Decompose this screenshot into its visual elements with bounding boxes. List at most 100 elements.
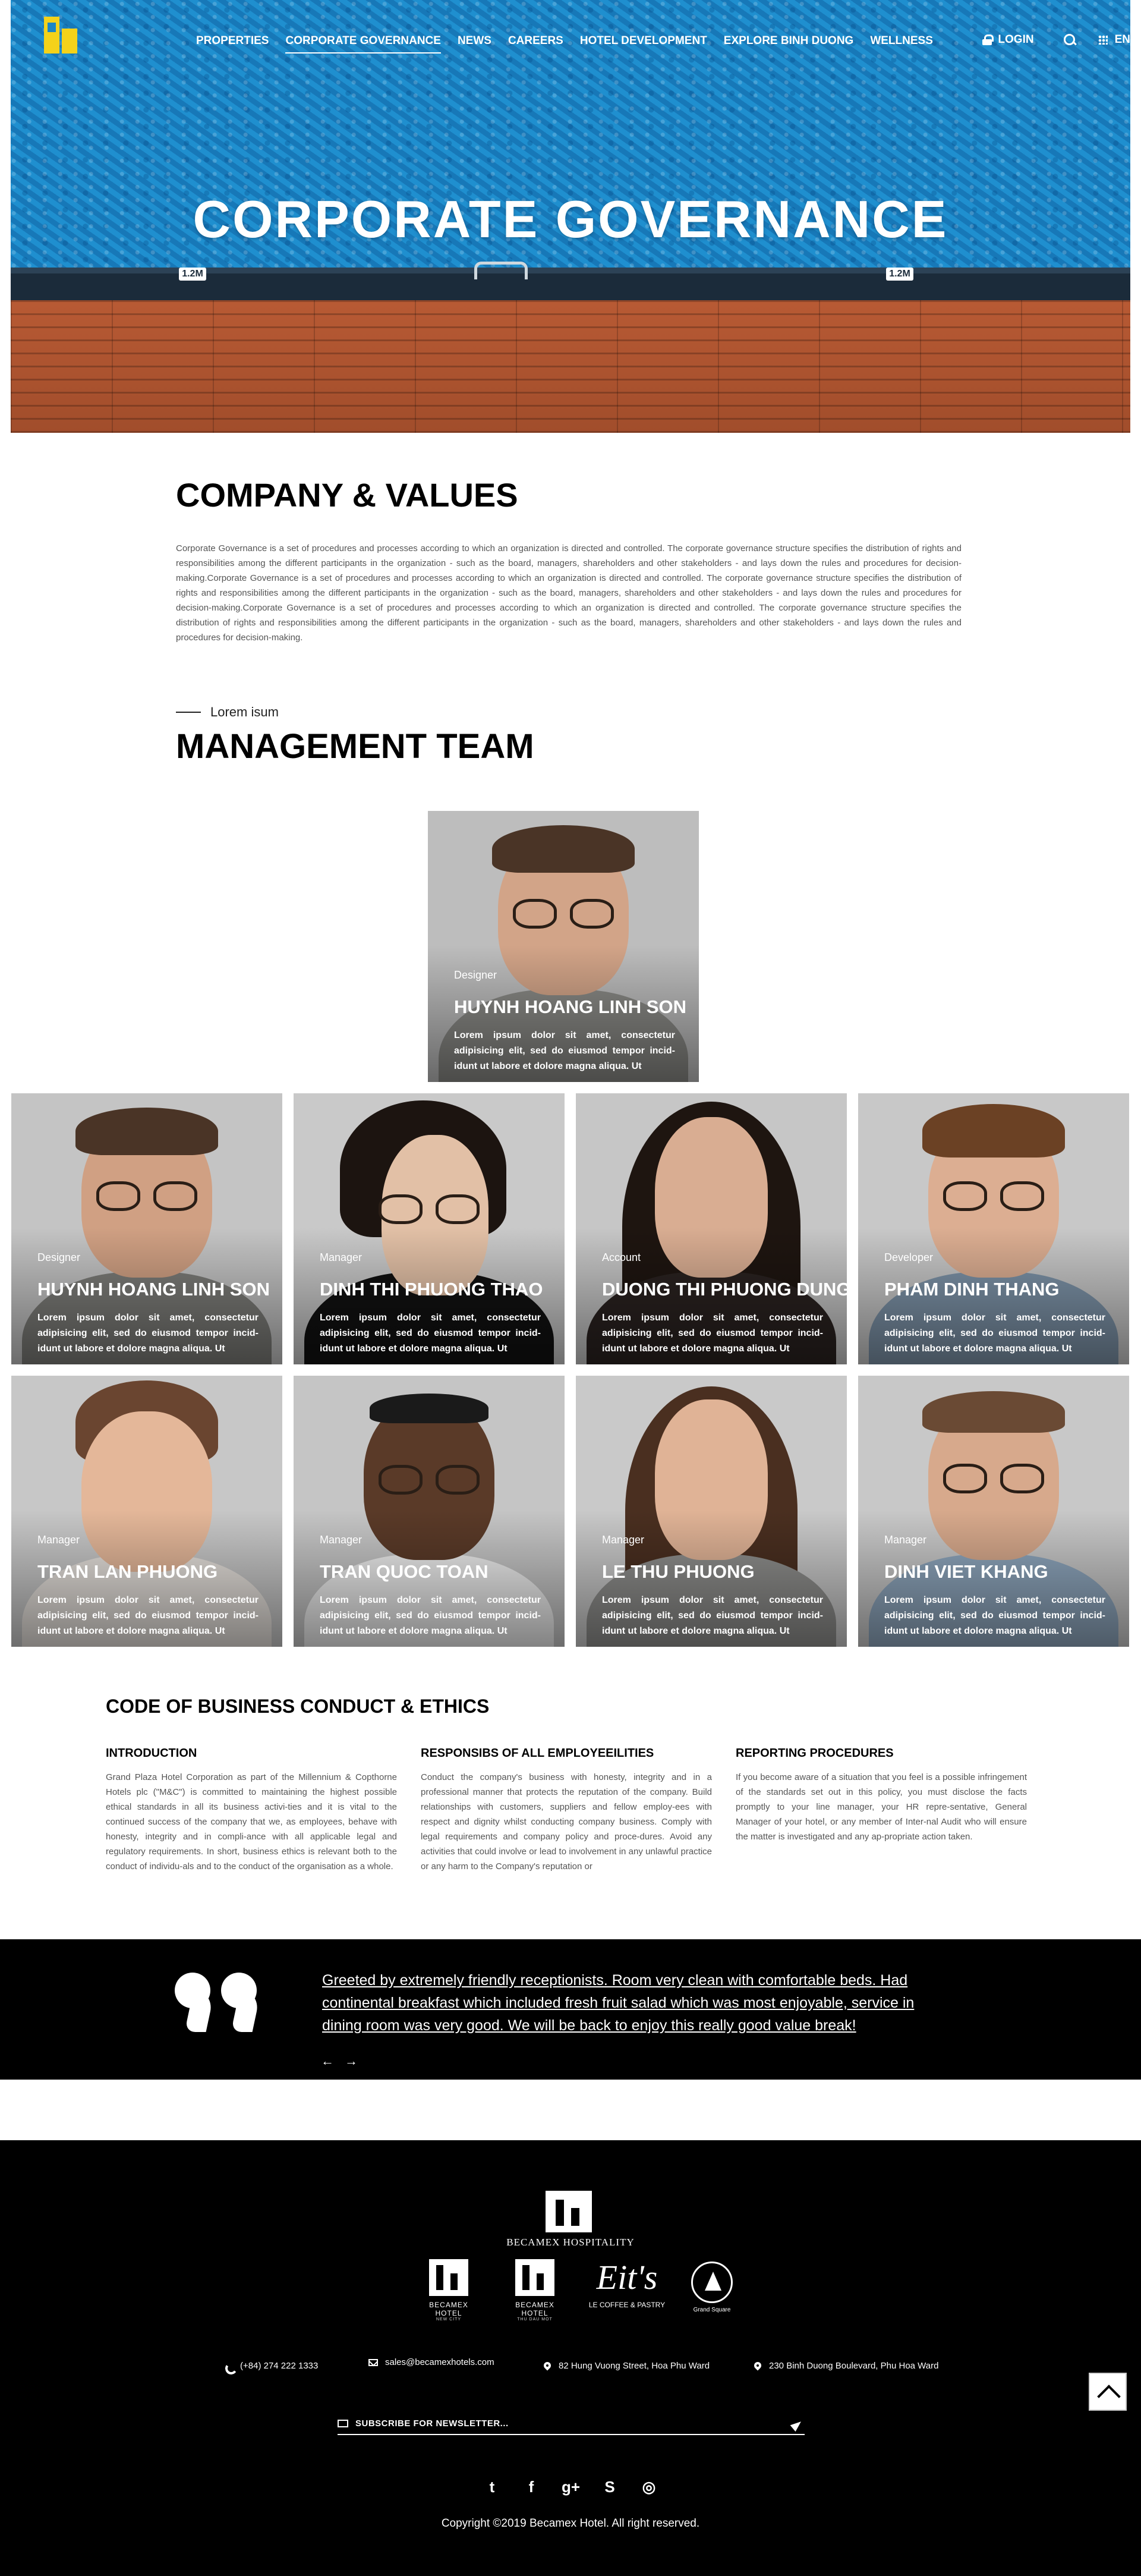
grid-icon[interactable] — [1098, 35, 1108, 45]
column-heading: REPORTING PROCEDURES — [736, 1747, 894, 1760]
depth-marker: 1.2M — [886, 268, 913, 281]
skype-icon[interactable]: S — [601, 2478, 619, 2496]
contact-text: 82 Hung Vuong Street, Hoa Phu Ward — [559, 2361, 710, 2371]
search-icon[interactable] — [1063, 34, 1076, 46]
code-of-conduct-title: CODE OF BUSINESS CONDUCT & ETHICS — [106, 1696, 490, 1717]
sub-brand-logo[interactable]: Grand Square — [688, 2262, 736, 2313]
testimonial-quote[interactable]: Greeted by extremely friendly receptioni… — [322, 1969, 940, 2037]
hero-deck-image — [11, 300, 1130, 433]
social-links: t f g+ S ◎ — [0, 2478, 1141, 2496]
management-title: MANAGEMENT TEAM — [176, 727, 534, 766]
column-text: If you become aware of a situation that … — [736, 1772, 1027, 1842]
login-link[interactable]: LOGIN — [998, 33, 1033, 46]
newsletter-input[interactable]: SUBSCRIBE FOR NEWSLETTER... — [338, 2413, 805, 2435]
member-name: TRAN LAN PHUONG — [37, 1561, 218, 1582]
contact-phone[interactable]: (+84) 274 222 1333 — [225, 2361, 318, 2371]
site-logo[interactable] — [44, 17, 82, 57]
pool-ladder — [474, 262, 528, 279]
top-navigation: PROPERTIES CORPORATE GOVERNANCE NEWS CAR… — [11, 0, 1130, 65]
team-card[interactable]: Developer PHAM DINH THANG Lorem ipsum do… — [858, 1093, 1129, 1364]
contact-text: sales@becamexhotels.com — [385, 2357, 494, 2367]
contact-email[interactable]: sales@becamexhotels.com — [368, 2357, 494, 2367]
nav-item-properties[interactable]: PROPERTIES — [196, 34, 269, 48]
sub-brand-name: LE COFFEE & PASTRY — [588, 2301, 666, 2309]
eyebrow-text: Lorem isum — [210, 704, 279, 719]
nav-item-wellness[interactable]: WELLNESS — [870, 34, 933, 48]
team-card[interactable]: Designer HUYNH HOANG LINH SON Lorem ipsu… — [11, 1093, 282, 1364]
sub-brand-logo[interactable]: BECAMEX HOTEL NEW CITY — [416, 2259, 481, 2322]
nav-item-corporate-governance[interactable]: CORPORATE GOVERNANCE — [285, 34, 442, 54]
column-heading: INTRODUCTION — [106, 1747, 197, 1760]
member-name: HUYNH HOANG LINH SON — [454, 996, 686, 1017]
nav-actions: LOGIN EN — [982, 33, 1130, 46]
testimonial-nav: ← → — [321, 2053, 358, 2069]
contact-address[interactable]: 230 Binh Duong Boulevard, Phu Hoa Ward — [754, 2361, 938, 2371]
testimonial-section: Greeted by extremely friendly receptioni… — [0, 1939, 1141, 2080]
google-plus-icon[interactable]: g+ — [562, 2478, 580, 2496]
sub-brand-name: Grand Square — [693, 2307, 731, 2313]
nav-item-explore-binh-duong[interactable]: EXPLORE BINH DUONG — [724, 34, 854, 48]
arrow-left-icon[interactable]: ← — [321, 2053, 334, 2069]
mail-icon — [368, 2358, 378, 2366]
code-column-introduction: INTRODUCTION Grand Plaza Hotel Corporati… — [106, 1747, 397, 1874]
team-card[interactable]: Account DUONG THI PHUONG DUNG Lorem ipsu… — [576, 1093, 847, 1364]
depth-marker: 1.2M — [179, 268, 206, 281]
sub-brand-logo[interactable]: Eit's LE COFFEE & PASTRY — [588, 2258, 666, 2310]
member-role: Manager — [320, 1251, 363, 1263]
sub-brand-name: BECAMEX HOTEL — [429, 2301, 468, 2317]
team-card[interactable]: Manager TRAN LAN PHUONG Lorem ipsum dolo… — [11, 1376, 282, 1647]
member-name: DINH THI PHUONG THAO — [320, 1279, 543, 1300]
company-values-text: Corporate Governance is a set of procedu… — [176, 543, 962, 643]
twitter-icon[interactable]: t — [483, 2478, 501, 2496]
column-heading: RESPONSIBS OF ALL EMPLOYEEILITIES — [421, 1747, 654, 1760]
contact-address[interactable]: 82 Hung Vuong Street, Hoa Phu Ward — [543, 2361, 710, 2371]
pin-icon — [543, 2362, 551, 2370]
phone-icon — [225, 2362, 233, 2370]
member-description: Lorem ipsum dolor sit amet, consectetur … — [602, 1313, 823, 1354]
lock-icon — [982, 34, 994, 45]
member-role: Account — [602, 1251, 641, 1263]
arrow-right-icon[interactable]: → — [345, 2053, 358, 2069]
member-role: Designer — [37, 1251, 81, 1263]
send-icon[interactable] — [792, 2418, 802, 2429]
facebook-icon[interactable]: f — [522, 2478, 540, 2496]
sub-brand-name: BECAMEX HOTEL — [515, 2301, 554, 2317]
eyebrow-dash — [176, 712, 201, 713]
team-card[interactable]: Manager LE THU PHUONG Lorem ipsum dolor … — [576, 1376, 847, 1647]
column-text: Conduct the company's business with hone… — [421, 1772, 712, 1872]
member-role: Manager — [602, 1534, 645, 1546]
member-description: Lorem ipsum dolor sit amet, consectetur … — [37, 1313, 259, 1354]
team-card[interactable]: Manager TRAN QUOC TOAN Lorem ipsum dolor… — [294, 1376, 565, 1647]
sub-brand-sub: NEW CITY — [436, 2317, 462, 2322]
footer: BECAMEX HOSPITALITY BECAMEX HOTEL NEW CI… — [0, 2140, 1141, 2576]
member-name: DUONG THI PHUONG DUNG — [602, 1279, 847, 1300]
main-menu: PROPERTIES CORPORATE GOVERNANCE NEWS CAR… — [196, 34, 950, 54]
language-switch[interactable]: EN — [1115, 33, 1130, 46]
member-description: Lorem ipsum dolor sit amet, consectetur … — [884, 1313, 1105, 1354]
contact-text: 230 Binh Duong Boulevard, Phu Hoa Ward — [769, 2361, 939, 2371]
becamex-logo[interactable] — [546, 2191, 592, 2232]
member-description: Lorem ipsum dolor sit amet, consectetur … — [37, 1595, 259, 1636]
sub-brand-script: Eit's — [596, 2258, 658, 2297]
team-card[interactable]: Manager DINH VIET KHANG Lorem ipsum dolo… — [858, 1376, 1129, 1647]
member-role: Developer — [884, 1251, 934, 1263]
company-values-title: COMPANY & VALUES — [176, 476, 518, 514]
member-name: TRAN QUOC TOAN — [320, 1561, 488, 1582]
member-description: Lorem ipsum dolor sit amet, consectetur … — [320, 1595, 541, 1636]
nav-item-careers[interactable]: CAREERS — [508, 34, 563, 48]
member-role: Manager — [884, 1534, 927, 1546]
nav-item-news[interactable]: NEWS — [458, 34, 491, 48]
contact-text: (+84) 274 222 1333 — [240, 2361, 319, 2371]
code-column-reporting: REPORTING PROCEDURES If you become aware… — [736, 1747, 1027, 1844]
team-card[interactable]: Manager DINH THI PHUONG THAO Lorem ipsum… — [294, 1093, 565, 1364]
back-to-top-button[interactable] — [1089, 2373, 1127, 2411]
newsletter-placeholder: SUBSCRIBE FOR NEWSLETTER... — [355, 2418, 509, 2429]
member-description: Lorem ipsum dolor sit amet, consectetur … — [454, 1030, 675, 1071]
team-card-featured[interactable]: Designer HUYNH HOANG LINH SON Lorem ipsu… — [428, 811, 699, 1082]
sub-brand-sub: THU DAU MOT — [517, 2317, 553, 2322]
instagram-icon[interactable]: ◎ — [640, 2478, 658, 2496]
member-name: DINH VIET KHANG — [884, 1561, 1048, 1582]
sub-brand-logo[interactable]: BECAMEX HOTEL THU DAU MOT — [502, 2259, 568, 2322]
nav-item-hotel-development[interactable]: HOTEL DEVELOPMENT — [580, 34, 707, 48]
brand-name: BECAMEX HOSPITALITY — [506, 2237, 635, 2248]
